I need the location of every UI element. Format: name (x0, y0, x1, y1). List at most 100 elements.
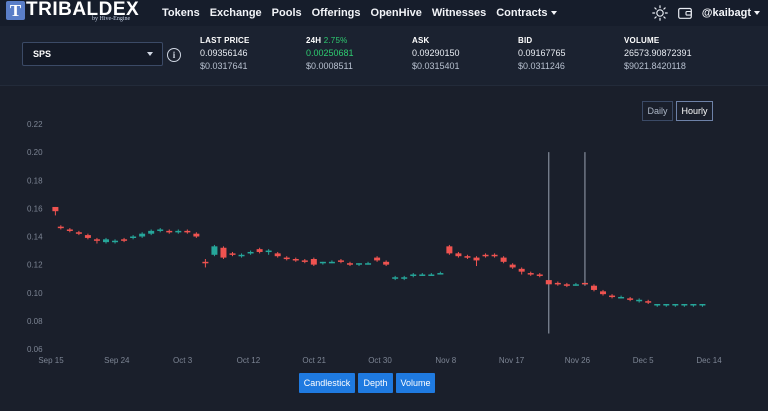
interval-hourly-button[interactable]: Hourly (676, 101, 713, 121)
y-tick-label: 0.12 (27, 261, 43, 270)
candle-body (283, 257, 290, 260)
y-tick-label: 0.20 (27, 148, 43, 157)
candle-body (663, 304, 670, 306)
username: @kaibagt (701, 7, 751, 19)
nav-right-group: @kaibagt (651, 0, 760, 26)
candle-body (581, 282, 588, 285)
chart-panel: 0.22 0.20 0.18 0.16 0.14 0.12 0.10 0.08 0.06 Sep … (0, 86, 768, 411)
logo-badge: T (6, 1, 25, 20)
candle-body (193, 233, 200, 237)
nav-contracts-dropdown[interactable]: Contracts (496, 7, 557, 19)
x-tick-label: Sep 24 (104, 356, 130, 365)
stat-label: BID (518, 36, 533, 45)
candle-body (410, 274, 417, 276)
stat-value: 0.00250681 (306, 48, 354, 58)
x-tick-label: Oct 3 (173, 356, 193, 365)
candle-body (121, 239, 128, 241)
wallet-icon[interactable] (677, 7, 692, 19)
candle-body (509, 264, 516, 268)
y-tick-label: 0.22 (27, 120, 43, 129)
candle-body (292, 259, 299, 261)
stat-ask: ASK 0.09290150 $0.0315401 (412, 36, 460, 71)
stat-label: LAST PRICE (200, 36, 250, 45)
stat-bid: BID 0.09167765 $0.0311246 (518, 36, 566, 71)
candle-body (554, 282, 561, 285)
candle-body (401, 277, 408, 279)
candle-body (57, 226, 64, 229)
x-tick-label: Nov 26 (565, 356, 591, 365)
candle-body (455, 253, 462, 257)
candle-body (112, 240, 119, 243)
user-menu-dropdown[interactable]: @kaibagt (702, 7, 760, 19)
y-tick-label: 0.06 (27, 345, 43, 354)
candle-body (301, 260, 308, 262)
candle-body (328, 261, 335, 264)
x-tick-label: Oct 12 (237, 356, 261, 365)
candle-body (690, 304, 697, 306)
candle-body (600, 291, 607, 295)
stat-usd: $0.0315401 (412, 61, 460, 71)
candle-body (428, 274, 435, 276)
candlestick-tab-button[interactable]: Candlestick (299, 373, 355, 393)
nav-offerings[interactable]: Offerings (312, 7, 361, 19)
candlestick-chart[interactable]: 0.22 0.20 0.18 0.16 0.14 0.12 0.10 0.08 0.06 Sep … (0, 86, 768, 411)
stat-volume: VOLUME 26573.90872391 $9021.8420118 (624, 36, 692, 71)
nav-witnesses[interactable]: Witnesses (432, 7, 486, 19)
stat-value: 0.09167765 (518, 48, 566, 58)
candle-body (636, 299, 643, 302)
candle-body (211, 246, 218, 255)
stat-last-price: LAST PRICE 0.09356146 $0.0317641 (200, 36, 250, 71)
y-tick-label: 0.18 (27, 176, 43, 185)
y-tick-label: 0.16 (27, 204, 43, 213)
nav-exchange[interactable]: Exchange (210, 7, 262, 19)
candle-body (75, 232, 82, 234)
stat-value: 26573.90872391 (624, 48, 692, 58)
candle-body (383, 261, 390, 265)
stat-usd: $0.0311246 (518, 61, 565, 71)
x-tick-label: Oct 21 (302, 356, 326, 365)
tribaldex-logo[interactable]: T TRIBALDEX by Hive-Engine (6, 0, 146, 25)
change-percent: 2.75% (323, 36, 348, 45)
info-icon[interactable]: i (167, 48, 181, 62)
candle-body (464, 256, 471, 258)
candle-body (627, 298, 634, 300)
x-tick-label: Nov 17 (499, 356, 525, 365)
candle-body (337, 260, 344, 262)
candle-body (256, 249, 263, 252)
stat-usd: $9021.8420118 (624, 61, 686, 71)
candle-body (446, 246, 453, 254)
logo-subtitle: by Hive-Engine (92, 16, 131, 22)
candle-body (265, 250, 272, 253)
volume-tab-button[interactable]: Volume (396, 373, 435, 393)
x-tick-label: Oct 30 (368, 356, 392, 365)
depth-tab-button[interactable]: Depth (358, 373, 393, 393)
sun-icon[interactable] (651, 5, 668, 21)
candle-body (346, 263, 353, 265)
nav-contracts-label: Contracts (496, 7, 548, 19)
x-tick-label: Dec 14 (696, 356, 722, 365)
candle-body (148, 230, 155, 234)
token-select[interactable]: SPS (22, 42, 163, 66)
candle-body (482, 254, 489, 257)
stat-value: 0.09356146 (200, 48, 248, 58)
candle-body (672, 304, 679, 306)
stat-24h-change: 24H 2.75% 0.00250681 $0.0008511 (306, 36, 354, 71)
interval-daily-button[interactable]: Daily (642, 101, 673, 121)
candle-body (374, 257, 381, 261)
market-ticker: SPS i LAST PRICE 0.09356146 $0.0317641 2… (0, 26, 768, 86)
candle-body (609, 295, 616, 298)
main-menu: Tokens Exchange Pools Offerings OpenHive… (162, 0, 567, 26)
stat-label: 24H 2.75% (306, 36, 354, 45)
candle-body (645, 301, 652, 303)
candle-body (52, 206, 59, 212)
nav-tokens[interactable]: Tokens (162, 7, 200, 19)
nav-pools[interactable]: Pools (272, 7, 302, 19)
candle-body (473, 257, 480, 261)
nav-openhive[interactable]: OpenHive (371, 7, 422, 19)
candle-body (102, 239, 109, 243)
stat-label: ASK (412, 36, 430, 45)
candle-body (184, 230, 191, 233)
candle-body (356, 263, 363, 265)
candle-body (175, 230, 182, 233)
candle-body (518, 268, 525, 272)
